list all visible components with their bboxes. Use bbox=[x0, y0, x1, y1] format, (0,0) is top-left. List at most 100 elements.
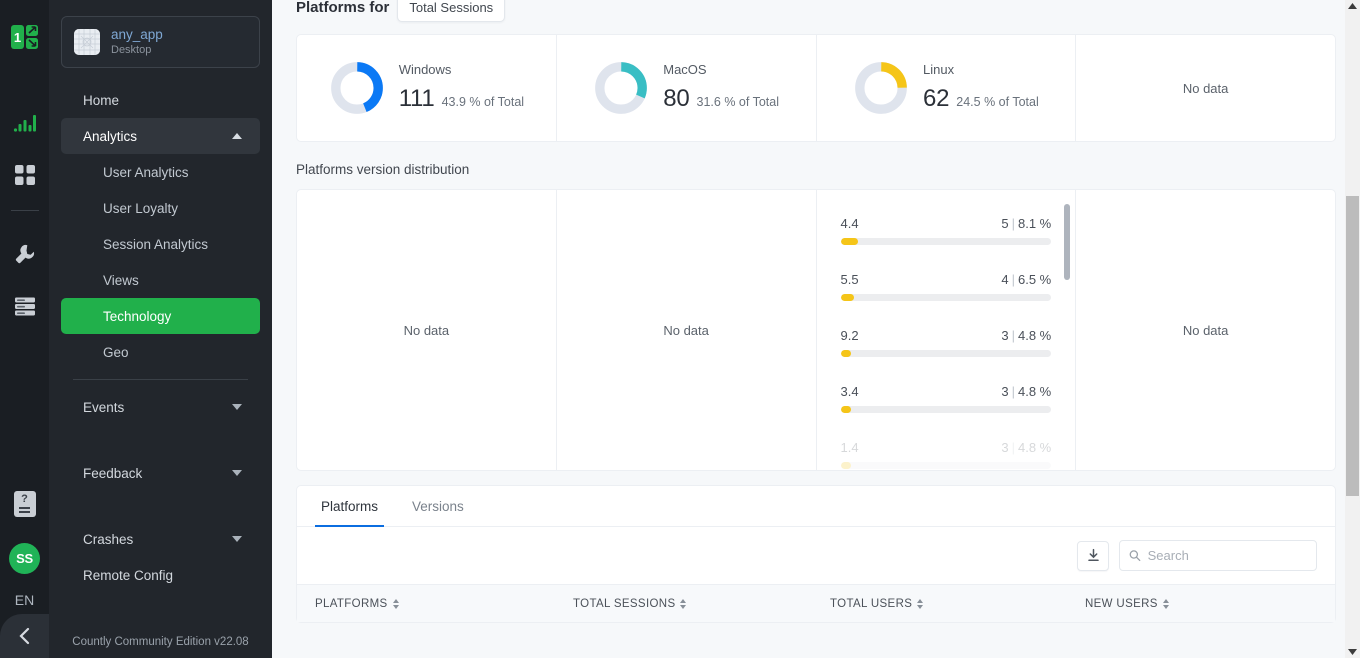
apps-grid-icon[interactable] bbox=[10, 160, 40, 190]
tab-platforms[interactable]: Platforms bbox=[315, 486, 385, 527]
sidebar-item-views[interactable]: Views bbox=[61, 262, 260, 298]
version-bar-track bbox=[840, 462, 1052, 469]
sidebar-item-feedback[interactable]: Feedback bbox=[61, 455, 260, 491]
chevron-down-icon bbox=[232, 470, 242, 476]
kpi-cell-macos[interactable]: MacOS 80 31.6 % of Total bbox=[557, 35, 817, 141]
version-bar-row[interactable]: 4.4 5 | 8.1 % bbox=[840, 216, 1052, 245]
sidebar-item-label: Events bbox=[83, 399, 125, 415]
kpi-cell-linux[interactable]: Linux 62 24.5 % of Total bbox=[817, 35, 1077, 141]
sidebar-item-remote-config[interactable]: Remote Config bbox=[61, 557, 260, 593]
sidebar-item-crashes[interactable]: Crashes bbox=[61, 521, 260, 557]
download-icon[interactable] bbox=[1077, 540, 1109, 571]
table-toolbar bbox=[297, 527, 1335, 584]
page-scrollbar[interactable] bbox=[1345, 0, 1360, 658]
svg-text:1: 1 bbox=[13, 30, 20, 45]
sort-icon bbox=[1162, 598, 1169, 609]
sidebar-collapse-button[interactable] bbox=[0, 614, 49, 658]
sidebar-item-label: User Analytics bbox=[103, 164, 189, 180]
language-label: EN bbox=[14, 592, 35, 608]
sidebar-item-label: Feedback bbox=[83, 465, 143, 481]
sidebar-item-home[interactable]: Home bbox=[61, 82, 260, 118]
sidebar-item-label: Technology bbox=[103, 308, 172, 324]
version-list-scrollbar[interactable] bbox=[1064, 204, 1071, 280]
version-name: 1.4 bbox=[840, 440, 859, 455]
table-header-row: PLATFORMS TOTAL SESSIONS TOTAL USERS NEW… bbox=[297, 584, 1335, 622]
avatar[interactable]: SS bbox=[9, 543, 41, 574]
kpi-percent: 31.6 % of Total bbox=[696, 95, 779, 110]
sidebar-item-user-loyalty[interactable]: User Loyalty bbox=[61, 190, 260, 226]
analytics-bars-icon[interactable] bbox=[10, 108, 40, 138]
sidebar: any_app Desktop Home Analytics User Anal… bbox=[49, 0, 272, 658]
chevron-up-icon bbox=[232, 133, 242, 139]
scroll-up-arrow-icon bbox=[1348, 3, 1357, 9]
version-bar-track bbox=[840, 406, 1052, 413]
version-bar-track bbox=[840, 294, 1052, 301]
kpi-label: Windows bbox=[398, 62, 452, 78]
chevron-down-icon bbox=[232, 536, 242, 542]
column-label: NEW USERS bbox=[1085, 597, 1158, 610]
no-data-text: No data bbox=[1182, 80, 1229, 96]
countly-logo-icon[interactable]: 1 bbox=[10, 22, 40, 52]
search-input[interactable] bbox=[1147, 548, 1307, 563]
kpi-cell-empty: No data bbox=[1076, 35, 1335, 141]
tab-label: Platforms bbox=[321, 499, 379, 514]
tab-versions[interactable]: Versions bbox=[406, 486, 470, 527]
version-panel-4: No data bbox=[1076, 190, 1335, 470]
column-header-platforms[interactable]: PLATFORMS bbox=[315, 598, 573, 610]
help-line-1 bbox=[19, 507, 30, 509]
kpi-label: MacOS bbox=[663, 62, 707, 78]
version-stat: 3 | 4.8 % bbox=[1001, 384, 1052, 399]
kpi-value: 80 bbox=[663, 85, 690, 113]
kpi-card-row: Windows 111 43.9 % of Total MacOS 80 31.… bbox=[296, 34, 1336, 142]
sidebar-item-label: Crashes bbox=[83, 531, 134, 547]
sidebar-item-geo[interactable]: Geo bbox=[61, 334, 260, 370]
app-type: Desktop bbox=[111, 43, 152, 56]
donut-chart-macos bbox=[595, 62, 648, 114]
language-switcher[interactable]: EN bbox=[15, 592, 34, 608]
sidebar-divider bbox=[73, 379, 248, 380]
server-stack-icon[interactable] bbox=[10, 291, 40, 321]
donut-chart-linux bbox=[855, 62, 907, 114]
no-data-text: No data bbox=[403, 322, 450, 338]
sidebar-item-analytics[interactable]: Analytics bbox=[61, 118, 260, 154]
column-header-total-users[interactable]: TOTAL USERS bbox=[830, 598, 1085, 610]
column-header-new-users[interactable]: NEW USERS bbox=[1085, 598, 1169, 610]
version-bar-fill bbox=[840, 294, 855, 301]
version-bar-row[interactable]: 1.4 3 | 4.8 % bbox=[840, 440, 1052, 469]
column-header-total-sessions[interactable]: TOTAL SESSIONS bbox=[573, 598, 830, 610]
kpi-cell-windows[interactable]: Windows 111 43.9 % of Total bbox=[297, 35, 557, 141]
scrollbar-thumb[interactable] bbox=[1346, 196, 1359, 496]
version-bar-row[interactable]: 5.5 4 | 6.5 % bbox=[840, 272, 1052, 301]
search-box[interactable] bbox=[1119, 540, 1317, 571]
avatar-initials: SS bbox=[16, 551, 33, 566]
app-thumbnail-icon bbox=[74, 29, 100, 55]
scroll-down-arrow-icon bbox=[1348, 649, 1357, 655]
metric-selector[interactable]: Total Sessions bbox=[397, 0, 506, 22]
help-question-mark: ? bbox=[21, 493, 28, 505]
rail-divider bbox=[10, 210, 39, 211]
sidebar-item-user-analytics[interactable]: User Analytics bbox=[61, 154, 260, 190]
app-name: any_app bbox=[111, 27, 163, 43]
no-data-text: No data bbox=[1182, 322, 1229, 338]
version-bar-fill bbox=[840, 462, 851, 469]
app-selector[interactable]: any_app Desktop bbox=[61, 16, 260, 68]
tab-label: Versions bbox=[412, 499, 464, 514]
version-bar-list: 4.4 5 | 8.1 % 5.5 4 | 6.5 % 9.2 3 | 4.8 … bbox=[817, 190, 1076, 470]
version-panel-1: No data bbox=[297, 190, 557, 470]
sidebar-item-session-analytics[interactable]: Session Analytics bbox=[61, 226, 260, 262]
help-icon[interactable]: ? bbox=[13, 491, 36, 517]
version-bar-row[interactable]: 9.2 3 | 4.8 % bbox=[840, 328, 1052, 357]
version-bar-row[interactable]: 3.4 3 | 4.8 % bbox=[840, 384, 1052, 413]
version-name: 5.5 bbox=[840, 272, 859, 287]
sidebar-item-technology[interactable]: Technology bbox=[61, 298, 260, 334]
sidebar-item-label: Session Analytics bbox=[103, 236, 209, 252]
help-line-2 bbox=[19, 511, 30, 513]
column-label: PLATFORMS bbox=[315, 597, 388, 610]
sort-icon bbox=[392, 598, 399, 609]
platforms-table-card: Platforms Versions Search PLATFORMS TOTA… bbox=[296, 485, 1336, 623]
wrench-tools-icon[interactable] bbox=[10, 239, 40, 269]
version-name: 3.4 bbox=[840, 384, 859, 399]
sidebar-nav: Home Analytics User Analytics User Loyal… bbox=[49, 82, 272, 593]
sidebar-item-events[interactable]: Events bbox=[61, 389, 260, 425]
version-bar-track bbox=[840, 350, 1052, 357]
